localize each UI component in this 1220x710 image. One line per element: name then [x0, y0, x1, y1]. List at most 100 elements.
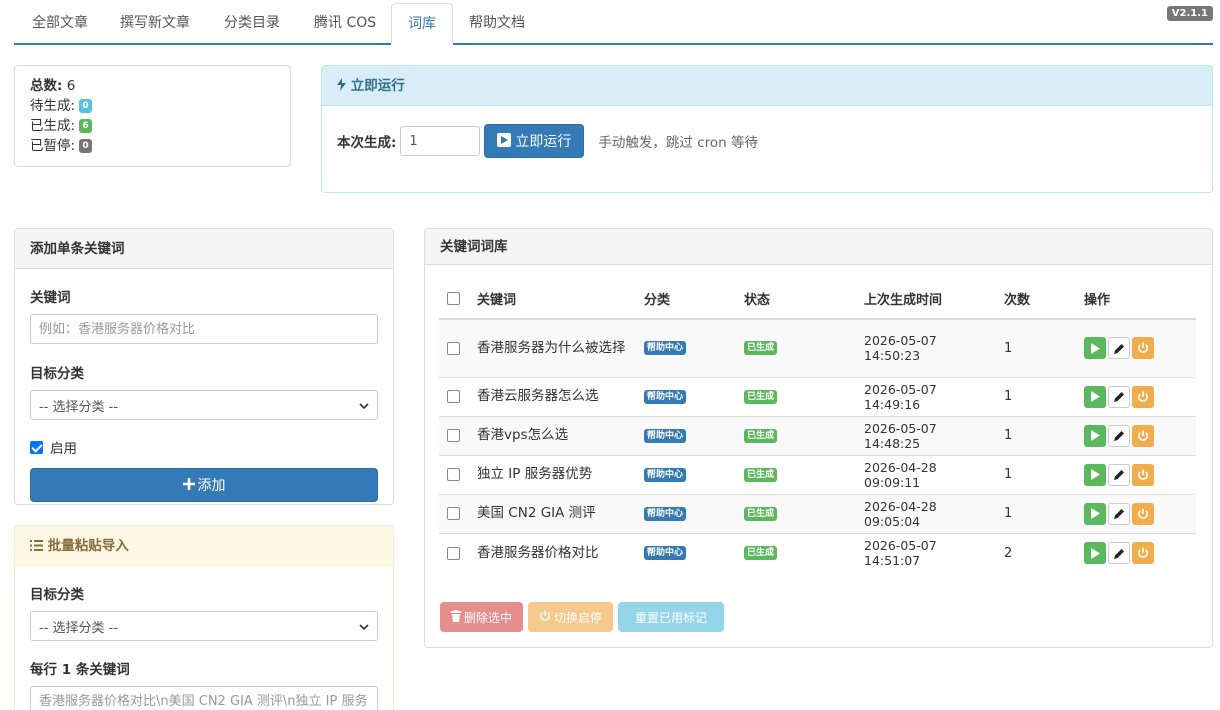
category-select-value: -- 选择分类 -- [39, 399, 119, 415]
row-category-cell: 帮助中心 [636, 532, 736, 573]
row-status-cell: 已生成 [736, 376, 856, 416]
pencil-icon [1113, 392, 1124, 402]
tab-categories[interactable]: 分类目录 [208, 3, 296, 44]
row-category-cell: 帮助中心 [636, 415, 736, 455]
run-row-button[interactable] [1084, 385, 1106, 408]
bulk-import-title: 批量粘贴导入 [47, 538, 129, 554]
status-badge: 已生成 [744, 428, 778, 443]
run-now-heading: 立即运行 [322, 66, 1212, 106]
row-count: 2 [996, 532, 1076, 573]
enable-label: 启用 [50, 441, 77, 457]
reset-used-button[interactable]: 重置已用标记 [618, 602, 725, 632]
row-actions [1076, 318, 1196, 377]
row-last-generated: 2026-05-07 14:49:16 [856, 376, 996, 416]
enable-checkbox[interactable] [30, 440, 43, 454]
bulk-import-heading: 批量粘贴导入 [15, 526, 393, 566]
toggle-enable-button[interactable]: 切换启停 [528, 602, 614, 632]
play-icon [497, 133, 515, 149]
run-row-button[interactable] [1084, 463, 1106, 486]
toggle-row-button[interactable] [1132, 385, 1154, 408]
edit-row-button[interactable] [1108, 337, 1130, 360]
run-now-button-label: 立即运行 [515, 134, 572, 150]
toggle-row-button[interactable] [1132, 337, 1154, 360]
edit-row-button[interactable] [1108, 424, 1130, 447]
enable-row: 启用 [30, 437, 378, 457]
bolt-icon [337, 78, 351, 94]
status-badge: 已生成 [744, 341, 778, 356]
row-keyword: 独立 IP 服务器优势 [469, 454, 636, 494]
add-button[interactable]: 添加 [30, 468, 378, 502]
col-status: 状态 [736, 279, 856, 320]
bulk-keywords-textarea[interactable]: 香港服务器价格对比\n美国 CN2 GIA 测评\n独立 IP 服务器优势 [30, 686, 378, 710]
row-checkbox[interactable] [447, 429, 460, 442]
row-last-generated: 2026-05-07 14:50:23 [856, 318, 996, 377]
pencil-icon [1113, 343, 1124, 354]
stat-paused-badge: 0 [79, 139, 92, 153]
delete-selected-button[interactable]: 删除选中 [440, 602, 524, 632]
row-checkbox[interactable] [447, 507, 460, 520]
col-actions: 操作 [1076, 279, 1196, 320]
run-count-input[interactable] [400, 126, 481, 156]
run-row-button[interactable] [1084, 542, 1106, 565]
category-label: 目标分类 [30, 366, 84, 382]
run-hint: 手动触发，跳过 cron 等待 [598, 135, 758, 151]
category-select[interactable]: -- 选择分类 -- [30, 390, 378, 420]
tab-keyword-library[interactable]: 词库 [391, 3, 453, 45]
row-select-cell [439, 376, 469, 416]
tab-new-post[interactable]: 撰写新文章 [104, 3, 206, 44]
edit-row-button[interactable] [1108, 463, 1130, 486]
run-row-button[interactable] [1084, 337, 1106, 360]
row-checkbox[interactable] [447, 546, 460, 560]
row-checkbox[interactable] [447, 341, 460, 355]
toggle-row-button[interactable] [1132, 424, 1154, 447]
row-select-cell [439, 493, 469, 533]
stat-pending-badge: 0 [79, 99, 92, 113]
bulk-category-label: 目标分类 [30, 587, 84, 603]
run-row-button[interactable] [1084, 502, 1106, 525]
stat-done: 已生成: 6 [30, 116, 275, 136]
row-keyword: 香港服务器为什么被选择 [469, 318, 636, 377]
power-icon [1138, 469, 1148, 480]
select-all-checkbox[interactable] [447, 292, 460, 305]
edit-row-button[interactable] [1108, 542, 1130, 565]
tab-help-docs[interactable]: 帮助文档 [453, 3, 541, 44]
edit-row-button[interactable] [1108, 502, 1130, 525]
toggle-row-button[interactable] [1132, 463, 1154, 486]
row-keyword: 香港vps怎么选 [469, 415, 636, 455]
add-keyword-heading: 添加单条关键词 [15, 229, 393, 269]
tab-all-posts[interactable]: 全部文章 [16, 3, 104, 44]
keyword-input[interactable] [30, 314, 378, 344]
plus-icon [182, 477, 195, 493]
row-checkbox[interactable] [447, 390, 460, 403]
row-checkbox[interactable] [447, 468, 460, 481]
trash-icon [451, 610, 464, 624]
add-button-label: 添加 [197, 478, 226, 494]
chevron-down-icon [359, 619, 369, 634]
toggle-row-button[interactable] [1132, 502, 1154, 525]
category-badge: 帮助中心 [644, 546, 687, 561]
bulk-category-select[interactable]: -- 选择分类 -- [30, 611, 378, 641]
tab-tencent-cos[interactable]: 腾讯 COS [298, 3, 392, 44]
category-badge: 帮助中心 [644, 506, 687, 521]
row-last-generated: 2026-04-28 09:05:04 [856, 493, 996, 533]
keyword-library-panel: 关键词词库 关键词 分类 状态 上次生成时间 次数 操作 香港服务器为什么被选择… [424, 228, 1213, 648]
stat-paused: 已暂停: 0 [30, 136, 275, 156]
stat-done-label: 已生成: [30, 118, 76, 134]
stat-pending-label: 待生成: [30, 98, 76, 114]
run-now-button[interactable]: 立即运行 [484, 124, 585, 158]
status-badge: 已生成 [744, 506, 778, 521]
category-badge: 帮助中心 [644, 467, 687, 482]
power-icon [1138, 391, 1148, 402]
edit-row-button[interactable] [1108, 385, 1130, 408]
delete-selected-label: 删除选中 [464, 610, 513, 625]
toggle-row-button[interactable] [1132, 542, 1154, 565]
row-count: 1 [996, 376, 1076, 416]
power-icon [1138, 342, 1148, 354]
top-tabs: 全部文章 撰写新文章 分类目录 腾讯 COS 词库 帮助文档 [14, 0, 1213, 45]
status-badge: 已生成 [744, 467, 778, 482]
keyword-library-heading: 关键词词库 [425, 229, 1212, 265]
row-status-cell: 已生成 [736, 318, 856, 377]
row-status-cell: 已生成 [736, 415, 856, 455]
bulk-keywords-label: 每行 1 条关键词 [30, 662, 130, 678]
run-row-button[interactable] [1084, 424, 1106, 447]
